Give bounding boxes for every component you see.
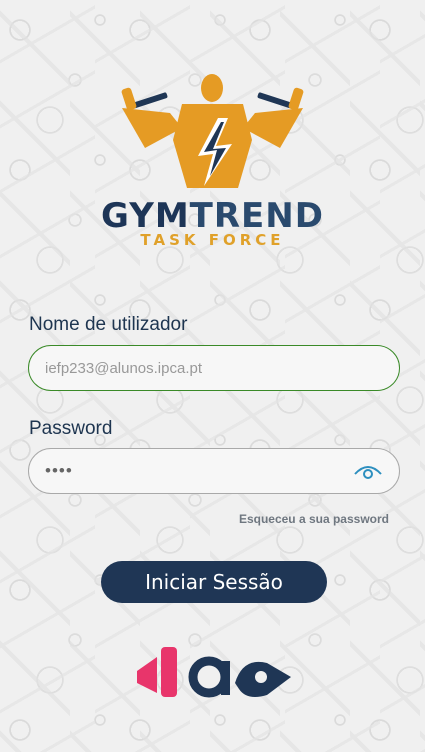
brand-title-part1: GYM — [101, 196, 190, 236]
brand-title: GYMTREND — [100, 196, 325, 236]
username-input[interactable]: iefp233@alunos.ipca.pt — [28, 345, 400, 391]
brand-title-part2: TREND — [189, 196, 324, 236]
username-value: iefp233@alunos.ipca.pt — [45, 359, 203, 377]
login-button[interactable]: Iniciar Sessão — [101, 561, 327, 603]
bodybuilder-lightning-logo-icon — [121, 74, 304, 188]
password-value: •••• — [45, 461, 73, 480]
username-label: Nome de utilizador — [29, 314, 188, 335]
password-label: Password — [29, 418, 113, 439]
forgot-password-link[interactable]: Esqueceu a sua password — [239, 512, 389, 526]
password-input[interactable]: •••• — [28, 448, 400, 494]
brand-subtitle: TASK FORCE — [140, 231, 285, 249]
login-screen: GYMTREND TASK FORCE Nome de utilizador i… — [0, 0, 425, 752]
eye-icon[interactable] — [353, 462, 383, 482]
iap-logo-icon — [137, 647, 291, 698]
gymtrend-logo: GYMTREND TASK FORCE — [100, 68, 325, 253]
